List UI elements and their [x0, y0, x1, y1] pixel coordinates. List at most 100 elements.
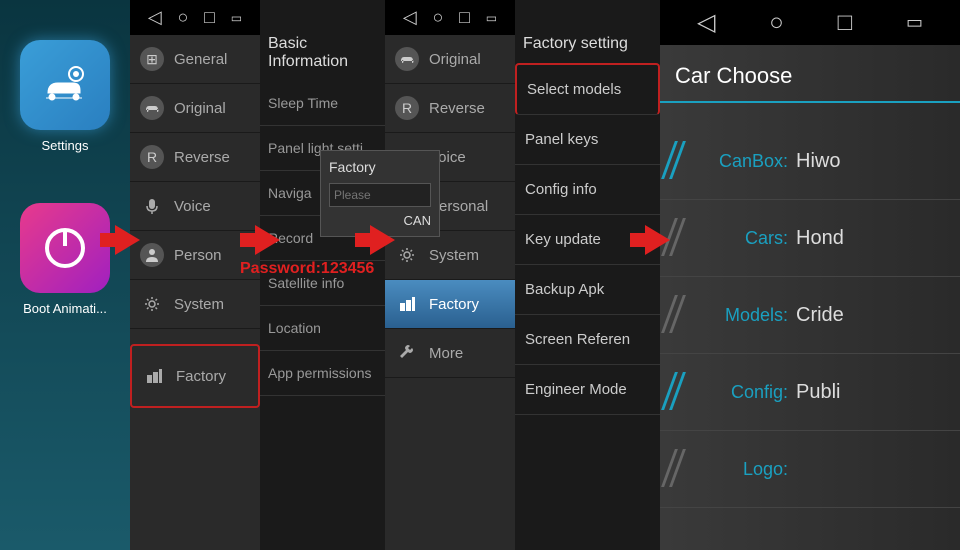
menu-label: Voice [174, 198, 211, 215]
page-title: Car Choose [660, 45, 960, 101]
app-settings[interactable]: Settings [0, 40, 130, 153]
fs-select-models[interactable]: Select models [515, 63, 660, 115]
home-panel: Settings Boot Animati... [0, 0, 130, 550]
grid-icon: ⊞ [140, 47, 164, 71]
gallery-icon[interactable]: ▭ [231, 11, 242, 25]
menu-label: More [429, 345, 463, 362]
arrow-icon [255, 225, 280, 255]
gallery-icon[interactable]: ▭ [906, 12, 923, 33]
factory-password-dialog: Factory CAN [320, 150, 440, 237]
car-value: Hiwo [796, 150, 840, 173]
slash-icon [660, 449, 690, 489]
car-value: Publi [796, 381, 840, 404]
menu-label: Factory [429, 296, 479, 313]
car-icon [395, 47, 419, 71]
settings-menu-2: ◁ ○ □ ▭ Original R Reverse Voice Persona… [385, 0, 515, 550]
android-navbar: ◁ ○ □ ▭ [130, 0, 260, 35]
car-icon [140, 96, 164, 120]
person-icon [140, 243, 164, 267]
reverse-icon: R [140, 145, 164, 169]
home-icon[interactable]: ○ [432, 7, 443, 28]
dialog-title: Factory [329, 159, 431, 175]
arrow-icon [115, 225, 140, 255]
fs-backup-apk[interactable]: Backup Apk [515, 265, 660, 315]
car-row-cars[interactable]: Cars: Hond [660, 200, 960, 277]
slash-icon [660, 141, 690, 181]
car-row-config[interactable]: Config: Publi [660, 354, 960, 431]
menu-original[interactable]: Original [130, 84, 260, 133]
app-label: Boot Animati... [15, 301, 115, 316]
menu-label: Original [429, 51, 481, 68]
car-label: Config: [698, 382, 788, 403]
menu-label: System [429, 247, 479, 264]
mic-icon [140, 194, 164, 218]
car-choose-panel: ◁ ○ □ ▭ Car Choose CanBox: Hiwo Cars: Ho… [660, 0, 960, 550]
back-icon[interactable]: ◁ [148, 7, 162, 28]
car-row-canbox[interactable]: CanBox: Hiwo [660, 123, 960, 200]
recent-icon[interactable]: □ [204, 7, 215, 28]
menu-voice[interactable]: Voice [130, 182, 260, 231]
password-input[interactable] [329, 183, 431, 207]
menu-factory[interactable]: Factory [385, 280, 515, 329]
menu-factory[interactable]: Factory [130, 344, 260, 408]
fs-panel-keys[interactable]: Panel keys [515, 115, 660, 165]
fs-engineer-mode[interactable]: Engineer Mode [515, 365, 660, 415]
car-label: CanBox: [698, 151, 788, 172]
section-title: Basic Information [260, 25, 385, 81]
menu-label: Reverse [429, 100, 485, 117]
android-navbar: ◁ ○ □ ▭ [385, 0, 515, 35]
app-label: Settings [15, 138, 115, 153]
app-boot-animation[interactable]: Boot Animati... [0, 203, 130, 316]
menu-label: Person [174, 247, 222, 264]
android-navbar: ◁ ○ □ ▭ [660, 0, 960, 45]
boot-animation-icon [20, 203, 110, 293]
settings-app-icon [20, 40, 110, 130]
menu-label: System [174, 296, 224, 313]
recent-icon[interactable]: □ [838, 9, 853, 37]
car-label: Cars: [698, 228, 788, 249]
password-hint-text: Password:123456 [240, 260, 374, 278]
fs-config-info[interactable]: Config info [515, 165, 660, 215]
car-value: Cride [796, 304, 844, 327]
wrench-icon [395, 341, 419, 365]
menu-system[interactable]: System [385, 231, 515, 280]
arrow-icon [370, 225, 395, 255]
menu-more[interactable]: More [385, 329, 515, 378]
menu-label: General [174, 51, 227, 68]
arrow-icon [645, 225, 670, 255]
menu-reverse[interactable]: R Reverse [130, 133, 260, 182]
gear-icon [395, 243, 419, 267]
fs-screen-reference[interactable]: Screen Referen [515, 315, 660, 365]
menu-original[interactable]: Original [385, 35, 515, 84]
row-location[interactable]: Location [260, 306, 385, 351]
back-icon[interactable]: ◁ [697, 8, 715, 37]
car-label: Logo: [698, 459, 788, 480]
back-icon[interactable]: ◁ [403, 7, 417, 28]
menu-label: Reverse [174, 149, 230, 166]
menu-reverse[interactable]: R Reverse [385, 84, 515, 133]
home-icon[interactable]: ○ [769, 9, 784, 37]
car-value: Hond [796, 227, 844, 250]
gallery-icon[interactable]: ▭ [486, 11, 497, 25]
slash-icon [660, 295, 690, 335]
slash-icon [660, 372, 690, 412]
car-row-logo[interactable]: Logo: [660, 431, 960, 508]
basic-info-panel: Basic Information Sleep Time Panel light… [260, 0, 385, 550]
menu-label: Original [174, 100, 226, 117]
row-app-permissions[interactable]: App permissions [260, 351, 385, 396]
home-icon[interactable]: ○ [177, 7, 188, 28]
row-sleep-time[interactable]: Sleep Time [260, 81, 385, 126]
car-label: Models: [698, 305, 788, 326]
factory-icon [142, 364, 166, 388]
divider [660, 101, 960, 103]
section-title: Factory setting [515, 25, 660, 63]
menu-system[interactable]: System [130, 280, 260, 329]
recent-icon[interactable]: □ [459, 7, 470, 28]
factory-settings-panel: Factory setting Select models Panel keys… [515, 0, 660, 550]
menu-label: Factory [176, 368, 226, 385]
factory-icon [395, 292, 419, 316]
menu-general[interactable]: ⊞ General [130, 35, 260, 84]
car-row-models[interactable]: Models: Cride [660, 277, 960, 354]
gear-icon [140, 292, 164, 316]
reverse-icon: R [395, 96, 419, 120]
